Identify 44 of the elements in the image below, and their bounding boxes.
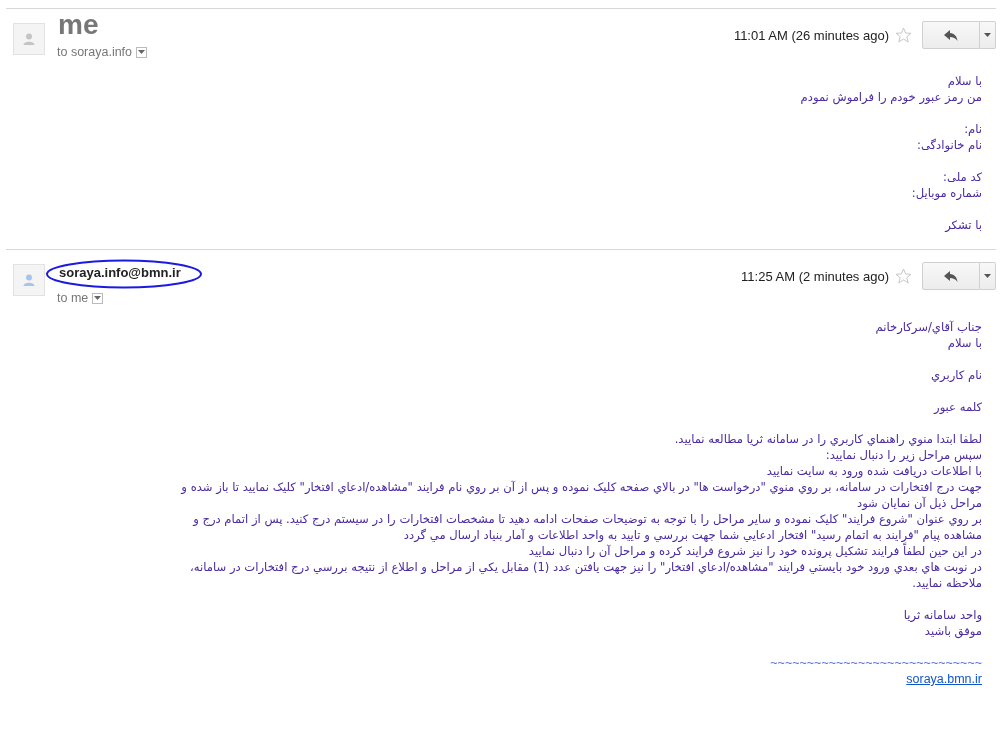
website-link[interactable]: soraya.bmn.ir: [906, 671, 982, 687]
message-line: جناب آقاي/سرکارخانم: [875, 319, 982, 335]
message-line: ملاحظه نماييد.: [912, 575, 982, 591]
message-line: من رمز عبور خودم را فراموش نمودم: [800, 89, 982, 105]
message-line: شماره موبایل:: [911, 185, 982, 201]
message-line: مشاهده پيام "فرايند به اتمام رسيد" افتخار ادعايي شما جهت بررسي و تاييد به واحد اطلاعات و آمار بنياد ارسال مي گردد: [403, 527, 982, 543]
message-line: در نوبت هاي بعدي ورود خود بايستي فرايند "مشاهده/ادعاي افتخار" را نيز جهت يافتن عدد (1) مقابل يکي از مراحل و اطلاع از نتيجه بررسي درج افتخارات در سامانه،: [190, 559, 982, 575]
details-dropdown[interactable]: [92, 292, 104, 304]
reply-button[interactable]: [922, 262, 980, 290]
message-line: با اطلاعات دريافت شده ورود به سايت نماييد: [766, 463, 982, 479]
details-dropdown[interactable]: [136, 46, 148, 58]
message-line: با سلام: [947, 73, 982, 89]
message-line: سپس مراحل زير را دنبال نماييد:: [825, 447, 982, 463]
message-line: در اين حين لطفاً فرايند تشکيل پرونده خود را نيز شروع فرايند کرده و مراحل آن را دنبال نماييد: [528, 543, 982, 559]
message-line: کد ملی:: [943, 169, 982, 185]
caret-icon: [138, 50, 146, 54]
message-line: موفق باشيد: [924, 623, 982, 639]
message-time: 11:01 AM (26 minutes ago): [733, 27, 889, 43]
message-line: نام کاربري: [931, 367, 982, 383]
message-line: با سلام: [947, 335, 982, 351]
more-button[interactable]: [980, 21, 996, 49]
reply-button[interactable]: [922, 21, 980, 49]
signature-rule: ~~~~~~~~~~~~~~~~~~~~~~~~~~~~~: [770, 655, 982, 671]
caret-icon: [94, 296, 102, 300]
star-icon[interactable]: [895, 27, 912, 43]
sender-name[interactable]: me: [57, 9, 101, 41]
message-line: جهت درج افتخارات در سامانه، بر روي منوي "درخواست ها" در بالاي صفحه کليک نموده و پس از آن بر روي نام فرايند "مشاهده/ادعاي افتخار" کليک نماييد تا باز شده و: [181, 479, 982, 495]
reply-icon: [944, 29, 958, 41]
message-line: لطفا ابتدا منوي راهنماي کاربري را در سامانه ثريا مطالعه نماييد.: [674, 431, 982, 447]
message-line: کلمه عبور: [934, 399, 982, 415]
message-time: 11:25 AM (2 minutes ago): [741, 268, 889, 284]
message-line: نام:: [964, 121, 982, 137]
caret-icon: [984, 33, 991, 37]
star-icon[interactable]: [895, 268, 912, 284]
reply-icon: [944, 270, 958, 282]
caret-icon: [984, 274, 991, 278]
recipient-text: to soraya.info: [57, 45, 133, 59]
message-line: با تشکر: [945, 217, 982, 233]
message-line: بر روي عنوان "شروع فرايند" کليک نموده و ساير مراحل را با توجه به توضيحات صفحات ادامه دهيد تا مشخصات افتخارات را در سيستم درج کنيد. پس از اتمام درج و: [193, 511, 982, 527]
message-line: واحد سامانه ثريا: [903, 607, 982, 623]
message-line: نام خانوادگی:: [917, 137, 982, 153]
more-button[interactable]: [980, 262, 996, 290]
recipient-text: to me: [57, 291, 89, 305]
message-line: مراحل ذيل آن نمايان شود: [856, 495, 982, 511]
